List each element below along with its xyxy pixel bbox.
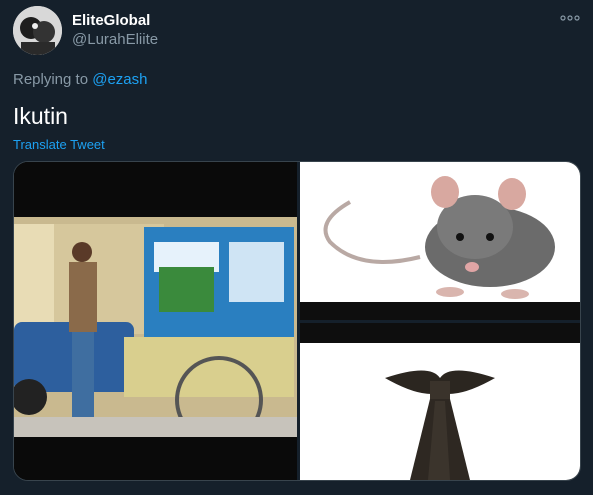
avatar[interactable] xyxy=(13,6,62,55)
more-options-icon[interactable] xyxy=(559,10,581,26)
author-handle[interactable]: @LurahEliite xyxy=(72,31,158,48)
translate-tweet-link[interactable]: Translate Tweet xyxy=(13,137,105,152)
street-food-cart-photo[interactable] xyxy=(14,162,297,480)
replying-prefix: Replying to xyxy=(13,71,93,88)
replying-to: Replying to @ezash xyxy=(13,71,147,88)
tweet-text: Ikutin xyxy=(13,103,68,129)
author-display-name[interactable]: EliteGlobal xyxy=(72,12,150,29)
reply-mention-link[interactable]: @ezash xyxy=(92,71,147,88)
necktie-photo[interactable] xyxy=(300,323,580,480)
rat-photo[interactable] xyxy=(300,162,580,320)
media-grid xyxy=(13,161,581,481)
